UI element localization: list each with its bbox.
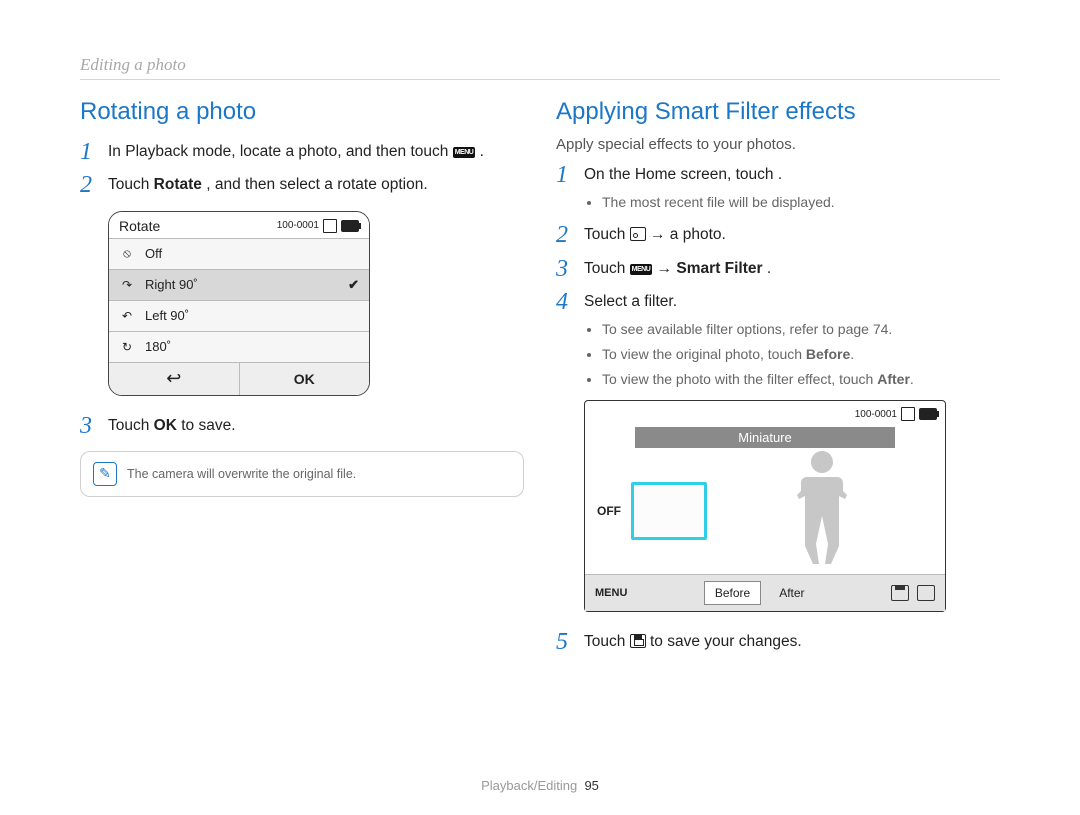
sd-card-icon [323,219,337,233]
filter-name-label: Miniature [635,427,895,448]
filter-screen-bottombar: MENU Before After [585,574,945,611]
sf-step-3: 3 Touch MENU → Smart Filter . [556,257,1000,280]
battery-icon [919,408,937,420]
sf-step-1-sublist: The most recent file will be displayed. [584,192,1000,213]
steps-rotating: 1 In Playback mode, locate a photo, and … [80,140,524,197]
sf-step-4-sub2: To view the original photo, touch Before… [602,344,1000,365]
sf-step-3-dot: . [767,260,771,277]
step-1: 1 In Playback mode, locate a photo, and … [80,140,524,163]
footer-section: Playback/Editing [481,778,577,793]
step-2-bold: Rotate [154,176,202,193]
rotate-dialog-footer: ↩ OK [109,362,369,395]
footer-page-number: 95 [584,778,598,793]
step-3-text-b: to save. [181,417,235,434]
save-icon[interactable] [891,585,909,601]
sf-step-2-text-a: Touch [584,226,630,243]
off-icon: ⦸ [119,246,135,262]
ok-text: OK [154,417,177,434]
left-column: Rotating a photo 1 In Playback mode, loc… [80,90,524,663]
step-3-text-a: Touch [108,417,154,434]
sf-step-3-text-a: Touch [584,260,630,277]
menu-button[interactable]: MENU [595,587,627,599]
rotate-right-icon: ↷ [119,277,135,293]
sf-step-4-text: Select a filter. [584,293,677,310]
menu-icon: MENU [630,264,653,275]
filter-thumbnail[interactable] [631,482,707,540]
silhouette-icon [787,446,857,566]
filter-off-label[interactable]: OFF [597,504,621,518]
rotate-option-label: 180˚ [145,339,171,354]
back-button[interactable]: ↩ [109,363,240,395]
intro-text: Apply special effects to your photos. [556,136,1000,153]
section-title-rotating: Rotating a photo [80,98,524,126]
filter-screen: 100-0001 Miniature OFF MENU [584,400,946,612]
rotate-option-label: Off [145,246,162,261]
page-footer: Playback/Editing 95 [0,778,1080,793]
rotate-dialog: Rotate 100-0001 ⦸ Off ✔ ↷ Right 90˚ ✔ [108,211,370,396]
rotate-dialog-code: 100-0001 [277,220,319,231]
sf-step-2-arrow: → a photo. [650,226,726,243]
step-1-text-a: In Playback mode, locate a photo, and th… [108,143,453,160]
right-column: Applying Smart Filter effects Apply spec… [556,90,1000,663]
breadcrumb: Editing a photo [80,55,1000,75]
sd-card-icon [901,407,915,421]
photo-icon [630,227,646,241]
rotate-dialog-title: Rotate [119,218,160,234]
ok-button[interactable]: OK [240,363,370,395]
sf-step-5: 5 Touch to save your changes. [556,630,1000,653]
rotate-180-icon: ↻ [119,339,135,355]
maximize-icon[interactable] [917,585,935,601]
filter-screen-main: OFF [585,448,945,574]
note-badge-icon: ✎ [93,462,117,486]
selected-check-icon: ✔ [348,277,359,293]
rotate-option-off[interactable]: ⦸ Off ✔ [109,238,369,269]
step-2: 2 Touch Rotate , and then select a rotat… [80,173,524,196]
sf-step-4-sub1: To see available filter options, refer t… [602,319,1000,340]
sf-step-3-arrow: → [657,260,677,277]
rotate-option-left90[interactable]: ↶ Left 90˚ ✔ [109,300,369,331]
steps-smartfilter-cont: 5 Touch to save your changes. [556,630,1000,653]
sf-step-1: 1 On the Home screen, touch . The most r… [556,163,1000,213]
sf-step-4: 4 Select a filter. To see available filt… [556,290,1000,390]
step-2-text-a: Touch [108,176,154,193]
divider [80,79,1000,80]
sf-step-3-bold: Smart Filter [676,260,762,277]
note-text: The camera will overwrite the original f… [127,467,356,481]
before-tab[interactable]: Before [704,581,761,605]
section-title-smartfilter: Applying Smart Filter effects [556,98,1000,126]
sf-step-2: 2 Touch → a photo. [556,223,1000,246]
rotate-option-right90[interactable]: ↷ Right 90˚ ✔ [109,269,369,300]
sf-step-5-text-a: Touch [584,633,630,650]
step-3: 3 Touch OK to save. [80,414,524,437]
filter-screen-code: 100-0001 [855,409,897,420]
step-2-text-b: , and then select a rotate option. [206,176,427,193]
sf-step-4-sublist: To see available filter options, refer t… [584,319,1000,390]
filter-screen-statusbar: 100-0001 [585,401,945,427]
sf-step-4-sub3: To view the photo with the filter effect… [602,369,1000,390]
sf-step-1-sub1: The most recent file will be displayed. [602,192,1000,213]
sf-step-1-text: On the Home screen, touch . [584,166,782,183]
menu-icon: MENU [453,147,476,158]
save-icon [630,634,646,648]
rotate-option-180[interactable]: ↻ 180˚ ✔ [109,331,369,362]
rotate-left-icon: ↶ [119,308,135,324]
battery-icon [341,220,359,232]
steps-smartfilter: 1 On the Home screen, touch . The most r… [556,163,1000,390]
sf-step-5-text-b: to save your changes. [650,633,802,650]
rotate-option-label: Left 90˚ [145,308,189,323]
step-1-text-b: . [480,143,484,160]
steps-rotating-cont: 3 Touch OK to save. [80,414,524,437]
rotate-option-label: Right 90˚ [145,277,198,292]
after-tab[interactable]: After [769,582,814,604]
rotate-dialog-header: Rotate 100-0001 [109,212,369,238]
note-box: ✎ The camera will overwrite the original… [80,451,524,497]
